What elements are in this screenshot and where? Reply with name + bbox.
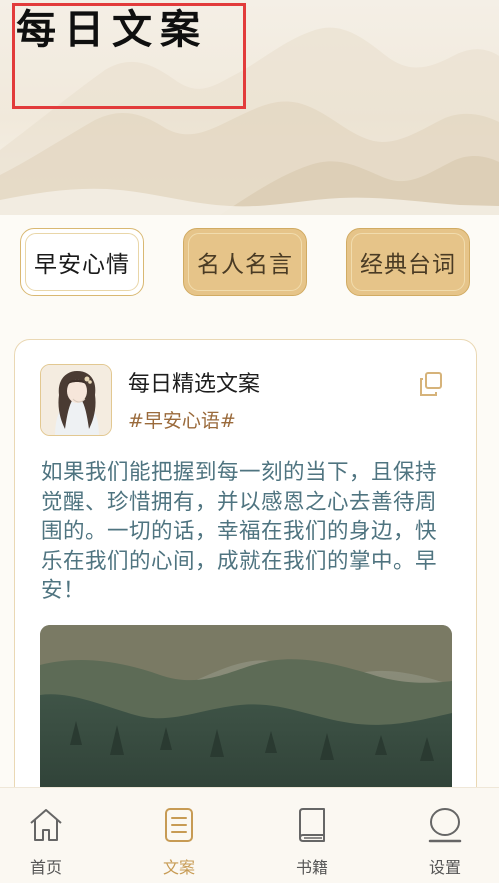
avatar [40,364,112,436]
tab-classic-lines[interactable]: 经典台词 [346,228,470,296]
card-title: 每日精选文案 [128,372,261,397]
document-icon [165,808,193,842]
tab-label: 早安心情 [34,252,130,278]
avatar-illustration [41,365,111,435]
quote-text: 如果我们能把握到每一刻的当下，且保持觉醒、珍惜拥有，并以感恩之心去善待周围的。一… [41,460,438,603]
home-icon [30,809,62,841]
nav-item-copywriting[interactable]: 文案 [134,788,224,883]
bottom-navigation: 首页 文案 书籍 设置 [0,787,499,883]
settings-icon [428,808,462,843]
nav-label-home: 首页 [29,858,62,877]
app-title: 每日文案 [16,6,208,53]
card-hashtag[interactable]: #早安心语# [128,406,236,433]
nav-item-books[interactable]: 书籍 [267,788,357,883]
tab-morning-mood[interactable]: 早安心情 [20,228,144,296]
nav-item-home[interactable]: 首页 [1,788,91,883]
tab-famous-quotes[interactable]: 名人名言 [183,228,307,296]
app-screen: 每日文案 早安心情 名人名言 经典台词 每日精选文案 #早安心语# 如果我们能把… [0,0,499,883]
book-icon [299,808,325,842]
copy-icon[interactable] [417,370,445,398]
tab-label: 经典台词 [360,252,456,278]
nav-label-settings: 设置 [428,858,461,877]
category-tabs: 早安心情 名人名言 经典台词 [0,228,499,300]
nav-label-books: 书籍 [295,858,328,877]
nav-label-copywriting: 文案 [162,858,195,877]
tab-label: 名人名言 [197,252,293,278]
nav-item-settings[interactable]: 设置 [400,788,490,883]
header-banner: 每日文案 [0,0,499,215]
